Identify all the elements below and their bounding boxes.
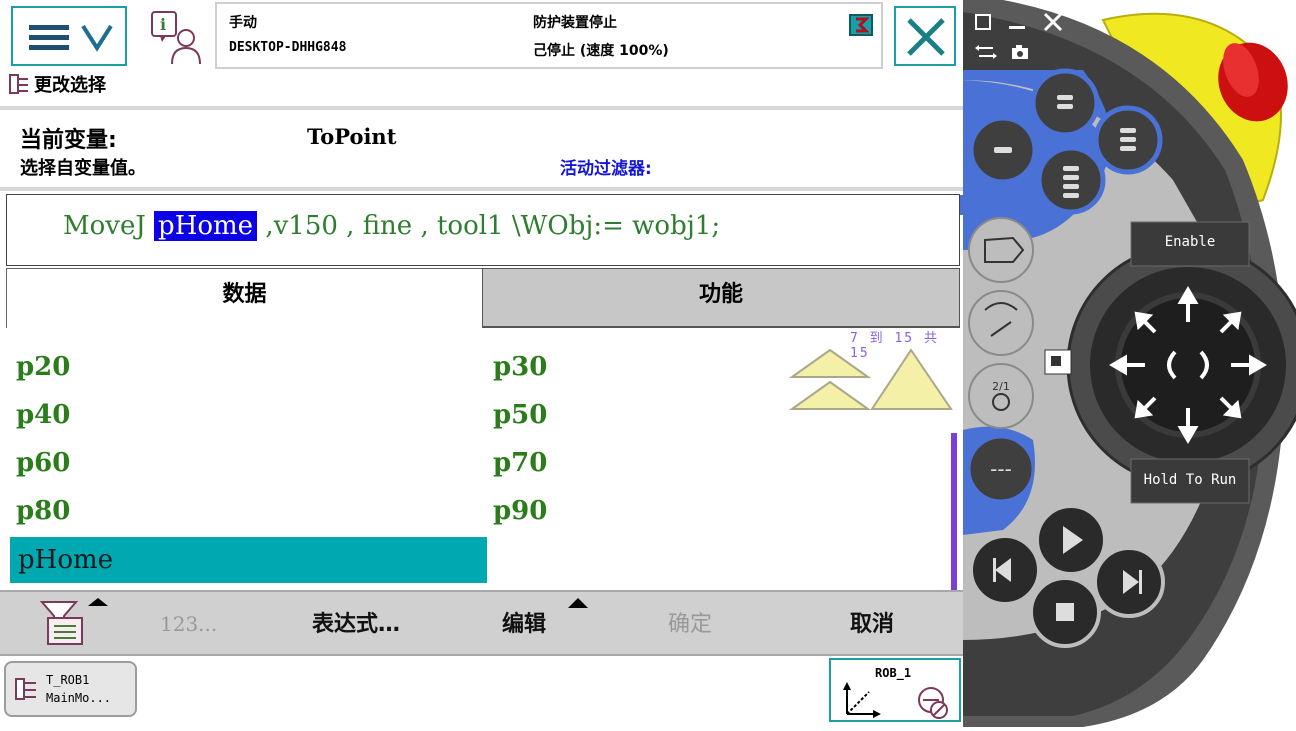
joystick [1066, 243, 1296, 487]
edit-menu-arrow-icon [568, 598, 588, 608]
coordinate-system-icon [843, 682, 881, 718]
tab-functions[interactable]: 功能 [482, 268, 960, 328]
run-status-text: 己停止 (速度 100%) [533, 43, 669, 59]
instruction-text: 选择自变量值。 [20, 158, 146, 179]
close-button[interactable] [894, 6, 956, 66]
current-variable-value: ToPoint [307, 124, 397, 149]
list-item[interactable]: p70 [493, 443, 547, 483]
swap-icon[interactable] [975, 42, 997, 62]
tab-data-label: 数据 [222, 282, 267, 307]
minimize-icon[interactable] [1005, 10, 1029, 34]
svg-text:i: i [160, 15, 166, 34]
robot-name: ROB_1 [875, 666, 912, 680]
restore-icon[interactable] [971, 10, 995, 34]
instruction-editor[interactable]: MoveJ pHome ,v150 , fine , tool1 \WObj:=… [6, 194, 960, 266]
main-menu-button[interactable] [11, 6, 127, 66]
page-up-icon[interactable] [788, 348, 872, 410]
camera-icon[interactable] [1009, 42, 1031, 62]
divider [0, 187, 963, 191]
variable-info: 当前变量: ToPoint 选择自变量值。 活动过滤器: [0, 112, 963, 188]
list-item[interactable]: p80 [16, 491, 70, 531]
module-name: MainMo... [46, 691, 112, 705]
status-bar[interactable]: 手动 DESKTOP-DHHG848 防护装置停止 己停止 (速度 100%) [215, 2, 883, 69]
hold-to-run-button[interactable]: Hold To Run [1131, 472, 1249, 488]
ok-button[interactable]: 确定 [668, 606, 712, 638]
instruction-prefix: MoveJ [63, 211, 155, 241]
event-log-button[interactable]: i [148, 8, 206, 66]
list-item[interactable]: p90 [493, 491, 547, 531]
list-item[interactable]: p30 [493, 347, 547, 387]
quickset-button[interactable]: ROB_1 [829, 658, 961, 722]
current-variable-label: 当前变量: [20, 128, 117, 153]
cancel-button[interactable]: 取消 [850, 606, 894, 638]
close-icon[interactable] [1041, 10, 1065, 34]
pendant-hardware: --- 2/1 Enable Hold To Run [963, 0, 1296, 727]
scroll-buttons [788, 348, 953, 410]
tab-data[interactable]: 数据 [6, 268, 482, 328]
pendant-body: --- 2/1 [963, 0, 1296, 727]
scrollbar[interactable] [951, 433, 957, 591]
task-name: T_ROB1 [46, 673, 90, 687]
rapid-instruction: MoveJ pHome ,v150 , fine , tool1 \WObj:=… [63, 211, 720, 241]
list-item[interactable]: p60 [16, 443, 70, 483]
mode-text: 手动 [229, 15, 257, 31]
event-log-icon: i [151, 11, 201, 65]
list-item-selected[interactable]: pHome [10, 537, 487, 583]
stop-status-icon [849, 14, 873, 36]
selected-argument[interactable]: pHome [154, 211, 258, 241]
controller-name: DESKTOP-DHHG848 [229, 40, 347, 55]
tab-functions-label: 功能 [698, 282, 743, 307]
task-button[interactable]: T_ROB1 MainMo... [4, 661, 137, 717]
scroll-up-icon[interactable] [870, 348, 953, 410]
hamburger-menu-icon [29, 24, 113, 52]
svg-text:---: --- [990, 457, 1012, 481]
list-item[interactable]: p20 [16, 347, 70, 387]
numeric-input-button[interactable]: 123... [160, 612, 217, 636]
enable-button[interactable]: Enable [1131, 234, 1249, 250]
breadcrumb: 更改选择 [8, 71, 106, 97]
active-filter-label: 活动过滤器: [560, 159, 652, 179]
instruction-suffix: ,v150 , fine , tool1 \WObj:= wobj1; [257, 211, 721, 241]
list-item[interactable]: p40 [16, 395, 70, 435]
command-bar: 123... 表达式… 编辑 确定 取消 [0, 590, 963, 656]
flexpendant-screen: i 手动 DESKTOP-DHHG848 防护装置停止 己停止 (速度 100%… [0, 0, 963, 727]
svg-text:2/1: 2/1 [992, 380, 1010, 393]
divider [0, 106, 963, 110]
edit-button[interactable]: 编辑 [502, 606, 546, 638]
increment-off-icon [918, 687, 948, 719]
close-icon [907, 18, 945, 56]
program-editor-icon [9, 74, 28, 94]
filter-icon[interactable] [38, 596, 112, 648]
program-editor-icon [15, 678, 36, 700]
breadcrumb-label: 更改选择 [34, 75, 106, 96]
list-item[interactable]: p50 [493, 395, 547, 435]
safety-status-text: 防护装置停止 [533, 15, 617, 31]
expression-button[interactable]: 表达式… [312, 606, 400, 638]
